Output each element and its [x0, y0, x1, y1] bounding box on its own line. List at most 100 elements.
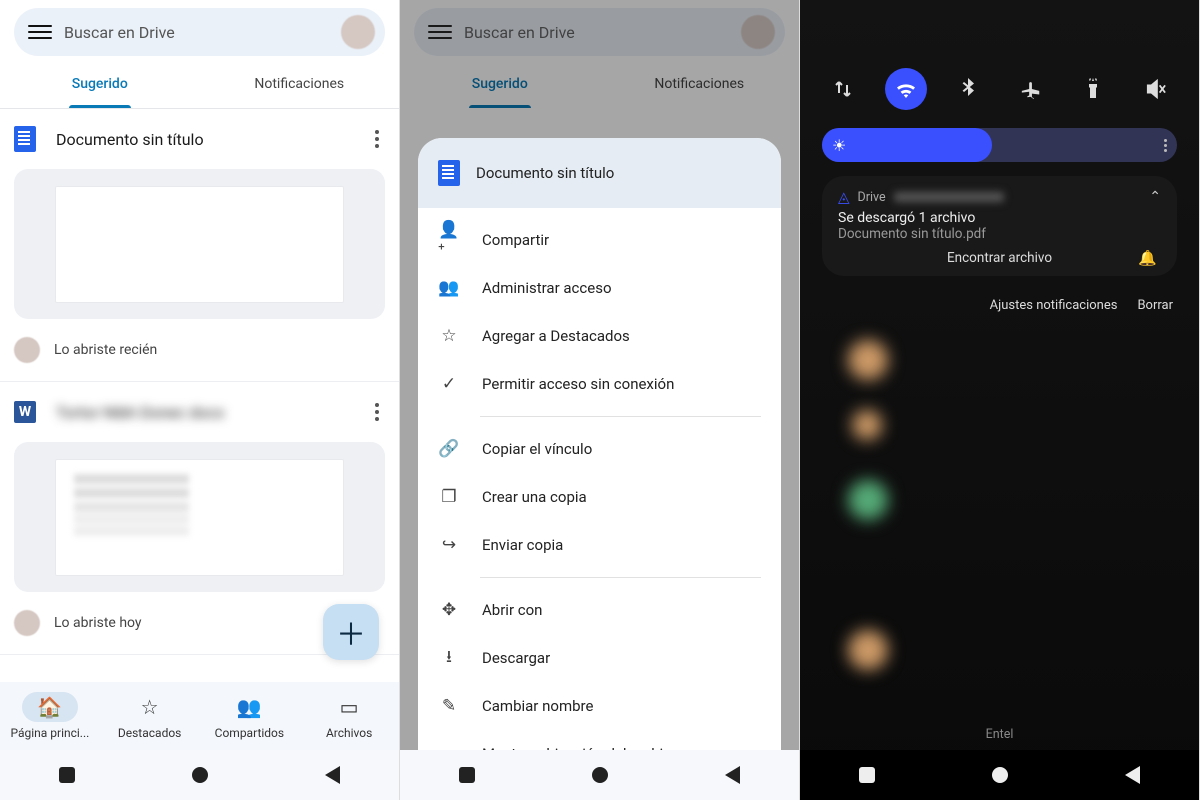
open-icon: ✥ — [438, 600, 460, 620]
back-button[interactable] — [725, 766, 740, 784]
people-icon: 👥 — [438, 278, 460, 298]
home-button[interactable] — [992, 767, 1008, 783]
divider — [480, 416, 761, 417]
search-bar[interactable]: Buscar en Drive — [14, 8, 385, 56]
rename-icon: ✎ — [438, 696, 460, 716]
nav-label: Página princi... — [10, 726, 89, 740]
qs-wifi[interactable] — [885, 68, 927, 110]
more-icon[interactable] — [369, 399, 385, 425]
bottom-sheet: Documento sin título 👤⁺Compartir 👥 Adminis… — [418, 138, 781, 750]
back-button[interactable] — [1125, 766, 1140, 784]
quick-settings — [800, 60, 1199, 118]
menu-item-send[interactable]: ↪ Enviar copia — [438, 521, 761, 569]
home-icon: 🏠 — [22, 692, 78, 722]
menu-item-label: Descargar — [482, 649, 550, 667]
nav-home[interactable]: 🏠 Página princi... — [0, 682, 100, 750]
home-button[interactable] — [192, 767, 208, 783]
notification-action[interactable]: Encontrar archivo — [947, 250, 1052, 266]
avatar[interactable] — [341, 15, 375, 49]
menu-item-label: Permitir acceso sin conexión — [482, 375, 674, 393]
tab-notifications[interactable]: Notificaciones — [200, 60, 400, 108]
menu-item-copy[interactable]: ❐ Crear una copia — [438, 473, 761, 521]
star-icon: ☆ — [438, 326, 460, 346]
send-icon: ↪ — [438, 535, 460, 555]
drive-icon: ◬ — [838, 188, 850, 206]
notification-app: Drive — [858, 190, 886, 205]
recents-button[interactable] — [59, 767, 75, 783]
shade-background — [800, 0, 1199, 800]
menu-item-offline[interactable]: ✓ Permitir acceso sin conexión — [438, 360, 761, 408]
brightness-fill: ☀ — [822, 128, 992, 162]
bottom-nav: 🏠 Página princi... ☆ Destacados 👥 Compar… — [0, 682, 399, 750]
menu-item-download[interactable]: ⭳Descargar — [438, 634, 761, 682]
tab-suggested[interactable]: Sugerido — [0, 60, 200, 108]
menu-item-open[interactable]: ✥Abrir con — [438, 586, 761, 634]
menu-item-label: Cambiar nombre — [482, 697, 593, 715]
search-placeholder: Buscar en Drive — [64, 23, 341, 42]
menu-icon[interactable] — [28, 20, 52, 44]
menu-item-person-plus[interactable]: 👤⁺Compartir — [438, 216, 761, 264]
person-plus-icon: 👤⁺ — [438, 220, 460, 260]
nav-label: Compartidos — [215, 726, 284, 740]
file-thumbnail[interactable] — [14, 442, 385, 592]
menu-item-link[interactable]: 🔗 Copiar el vínculo — [438, 425, 761, 473]
recents-button[interactable] — [459, 767, 475, 783]
system-nav — [0, 750, 399, 800]
docs-icon — [14, 126, 36, 152]
menu-item-label: Crear una copia — [482, 488, 587, 506]
notification-card[interactable]: ◬ Drive ⌃ Se descargó 1 archivo Document… — [822, 176, 1177, 276]
home-button[interactable] — [592, 767, 608, 783]
menu-item-rename[interactable]: ✎ Cambiar nombre — [438, 682, 761, 730]
system-nav — [800, 750, 1199, 800]
qs-flashlight[interactable] — [1072, 68, 1114, 110]
system-nav — [400, 750, 799, 800]
avatar — [14, 610, 40, 636]
menu-item-folder[interactable]: ▭Mostrar ubicación del archivo — [438, 730, 761, 750]
qs-airplane[interactable] — [1010, 68, 1052, 110]
file-item[interactable]: Documento sin título Lo abriste recién — [0, 109, 399, 382]
more-icon[interactable] — [1164, 139, 1167, 152]
qs-data[interactable] — [822, 68, 864, 110]
tabs: Sugerido Notificaciones — [0, 60, 399, 108]
drive-file-menu-screen: Buscar en Drive Sugerido Notificaciones … — [400, 0, 800, 800]
menu-item-star[interactable]: ☆ Agregar a Destacados — [438, 312, 761, 360]
offline-icon: ✓ — [438, 374, 460, 394]
menu-item-label: Copiar el vínculo — [482, 440, 592, 458]
sheet-title: Documento sin título — [476, 164, 614, 182]
carrier-label: Entel — [800, 727, 1199, 742]
nav-files[interactable]: ▭ Archivos — [299, 682, 399, 750]
notification-subtitle: Documento sin título.pdf — [838, 226, 1161, 242]
bell-icon[interactable]: 🔔 — [1138, 249, 1157, 267]
notification-shade-screen: ☀ ◬ Drive ⌃ Se descargó 1 archivo Docume… — [800, 0, 1200, 800]
folder-icon: ▭ — [321, 692, 377, 722]
sheet-header: Documento sin título — [418, 138, 781, 208]
avatar — [14, 337, 40, 363]
file-title: Documento sin título — [56, 130, 369, 149]
menu-item-label: Enviar copia — [482, 536, 563, 554]
nav-shared[interactable]: 👥 Compartidos — [200, 682, 300, 750]
shade-actions: Ajustes notificaciones Borrar — [990, 298, 1173, 313]
shade-settings-link[interactable]: Ajustes notificaciones — [990, 298, 1118, 313]
divider — [480, 577, 761, 578]
nav-starred[interactable]: ☆ Destacados — [100, 682, 200, 750]
people-icon: 👥 — [221, 692, 277, 722]
link-icon: 🔗 — [438, 439, 460, 459]
star-icon: ☆ — [122, 692, 178, 722]
qs-bluetooth[interactable] — [947, 68, 989, 110]
file-thumbnail[interactable] — [14, 169, 385, 319]
nav-label: Archivos — [326, 726, 372, 740]
chevron-up-icon[interactable]: ⌃ — [1149, 189, 1161, 205]
more-icon[interactable] — [369, 126, 385, 152]
brightness-slider[interactable]: ☀ — [822, 128, 1177, 162]
fab-new[interactable]: ＋ — [323, 604, 379, 660]
shade-clear-link[interactable]: Borrar — [1137, 298, 1173, 313]
back-button[interactable] — [325, 766, 340, 784]
file-meta: Lo abriste recién — [54, 342, 157, 358]
copy-icon: ❐ — [438, 487, 460, 507]
recents-button[interactable] — [859, 767, 875, 783]
docs-icon — [438, 160, 460, 186]
menu-item-label: Agregar a Destacados — [482, 327, 630, 345]
menu-item-label: Administrar acceso — [482, 279, 612, 297]
menu-item-people[interactable]: 👥 Administrar acceso — [438, 264, 761, 312]
qs-mute[interactable] — [1135, 68, 1177, 110]
